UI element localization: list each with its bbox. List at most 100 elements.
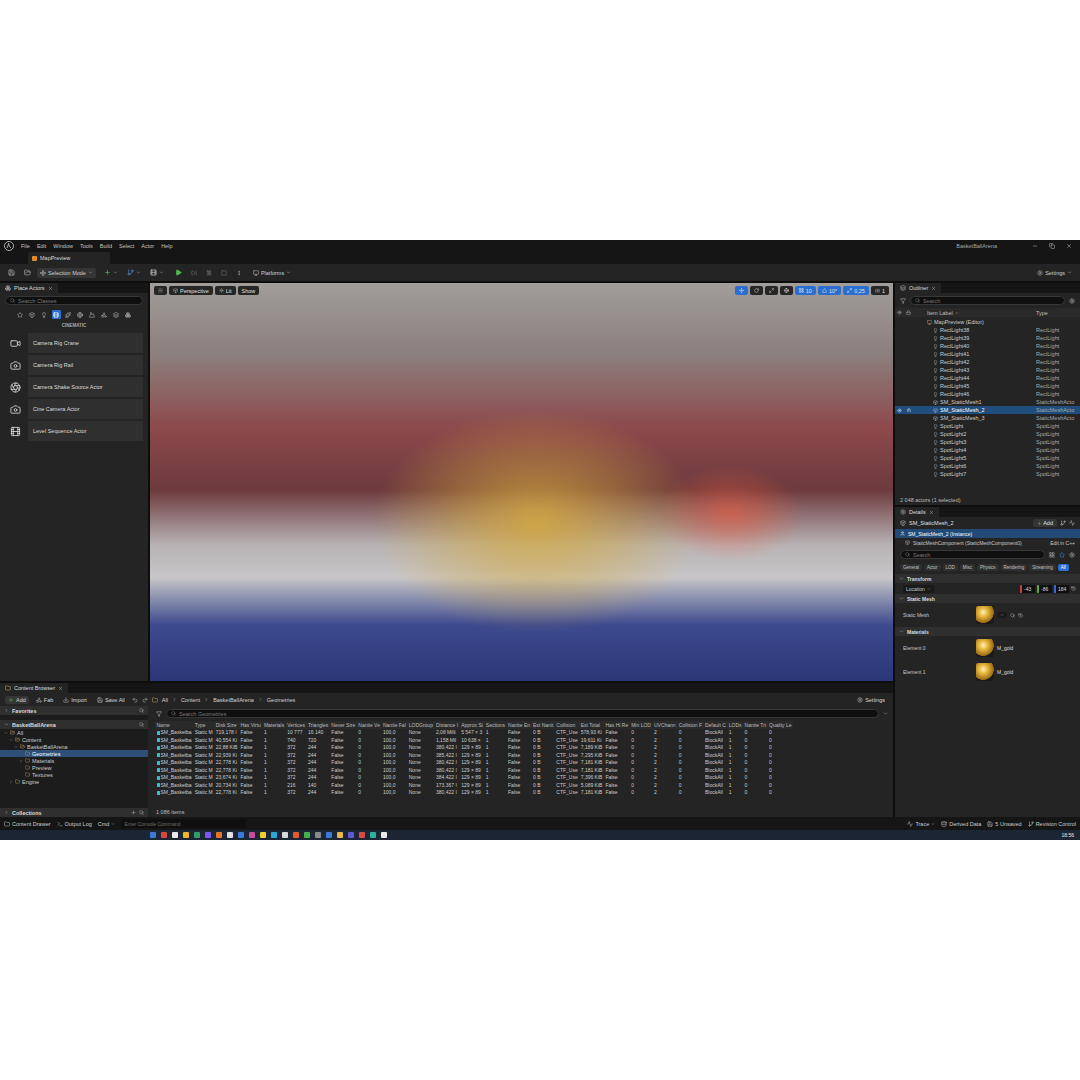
menu-item[interactable]: Tools <box>80 240 93 252</box>
viewport-button[interactable]: Show <box>238 286 260 295</box>
category-tab[interactable] <box>52 310 61 319</box>
content-browser-button[interactable]: Fab <box>33 696 56 704</box>
taskbar-app-icon[interactable] <box>304 832 310 838</box>
taskbar-app-icon[interactable] <box>194 832 200 838</box>
viewport-button[interactable] <box>780 286 793 295</box>
filter-tab[interactable]: LOD <box>943 564 958 571</box>
viewport-button[interactable]: 1 <box>871 286 889 295</box>
menu-item[interactable]: Help <box>161 240 172 252</box>
table-row[interactable]: SM_BasketbaStatic M20,734 KiFalse1216140… <box>155 782 793 790</box>
menu-item[interactable]: Actor <box>141 240 154 252</box>
number-field[interactable]: 184 <box>1054 585 1069 593</box>
filter-icon[interactable] <box>156 711 162 717</box>
asset-thumbnail[interactable] <box>976 663 994 681</box>
outliner-row[interactable]: RectLight39RectLight <box>895 334 1080 342</box>
viewport-button[interactable] <box>765 286 778 295</box>
asset-thumbnail[interactable] <box>976 639 994 657</box>
table-row[interactable]: SM_BasketbaStatic M22,778 KiFalse1372244… <box>155 759 793 767</box>
minimize-icon[interactable] <box>1032 243 1038 249</box>
search-field[interactable]: Search Classes <box>5 296 143 305</box>
tree-item[interactable]: BasketBallArena <box>0 743 148 750</box>
add-actor-icon[interactable] <box>104 269 111 276</box>
outliner-row[interactable]: RectLight41RectLight <box>895 350 1080 358</box>
outliner-row[interactable]: SpotLight7SpotLight <box>895 470 1080 478</box>
tree-arrow-icon[interactable] <box>9 780 13 784</box>
category-tab[interactable] <box>28 310 37 319</box>
cinematics-icon[interactable] <box>150 269 157 276</box>
tree-arrow-icon[interactable] <box>9 738 13 742</box>
close-tab-icon[interactable] <box>929 510 934 515</box>
close-icon[interactable] <box>1066 243 1072 249</box>
pause-icon[interactable] <box>206 270 212 276</box>
history-forward-icon[interactable] <box>142 697 148 703</box>
help-icon[interactable] <box>1069 520 1075 526</box>
actor-item[interactable]: Cine Camera Actor <box>5 399 143 419</box>
outliner-row[interactable]: SpotLight5SpotLight <box>895 454 1080 462</box>
table-row[interactable]: SM_BasketbaStatic M22,939 KiFalse1372244… <box>155 752 793 760</box>
category-tab[interactable] <box>124 310 133 319</box>
filter-tab[interactable]: Misc <box>960 564 975 571</box>
column-header[interactable]: Disk Size <box>214 721 239 729</box>
column-header[interactable]: Nanite En <box>507 721 532 729</box>
viewport-button[interactable]: 10 <box>795 286 816 295</box>
search-field[interactable]: Search <box>910 296 1065 305</box>
content-browser-button[interactable]: Settings <box>854 696 888 704</box>
table-row[interactable]: SM_BasketbaStatic M719,178 IFalse110 777… <box>155 729 793 737</box>
column-header[interactable]: LODGroup <box>407 721 434 729</box>
visibility-icon[interactable] <box>897 408 902 413</box>
table-row[interactable]: SM_BasketbaStatic M40,554 KiFalse1740720… <box>155 737 793 745</box>
pane-header[interactable]: BasketBallArena <box>0 720 148 729</box>
filter-tab[interactable]: Streaming <box>1029 564 1056 571</box>
path-crumb[interactable]: Content <box>181 697 200 703</box>
lock-icon[interactable] <box>907 408 911 412</box>
column-header[interactable]: Triangles <box>306 721 329 729</box>
outliner-row[interactable]: RectLight46RectLight <box>895 390 1080 398</box>
panel-tab[interactable]: Content Browser <box>0 683 68 693</box>
toolbar-button[interactable] <box>5 267 18 278</box>
search-field[interactable]: Search <box>900 550 1045 559</box>
table-row[interactable]: SM_BasketbaStatic M22,778 KiFalse1372244… <box>155 789 793 797</box>
column-header[interactable]: Quality Le <box>768 721 794 729</box>
taskbar-app-icon[interactable] <box>260 832 266 838</box>
viewport-button[interactable] <box>735 286 748 295</box>
content-browser-button[interactable]: Add <box>5 696 29 704</box>
dropdown[interactable] <box>997 612 1007 618</box>
outliner-row[interactable]: SpotLight6SpotLight <box>895 462 1080 470</box>
section-header[interactable]: Static Mesh <box>895 594 1080 603</box>
add-collection-icon[interactable] <box>131 810 136 815</box>
table-row[interactable]: SM_BasketbaStatic M22,88 KiBFalse1372244… <box>155 744 793 752</box>
filter-tab[interactable]: Actor <box>924 564 941 571</box>
tree-item[interactable]: Geometries <box>0 750 148 757</box>
column-header[interactable]: Distance I <box>434 721 459 729</box>
outliner-row[interactable]: SM_StaticMesh_2StaticMeshActo <box>895 406 1080 414</box>
table-row[interactable]: SM_BasketbaStatic M22,778 KiFalse1372244… <box>155 767 793 775</box>
component-row[interactable]: SM_StaticMesh_2 (Instance) <box>895 529 1080 538</box>
panel-tab[interactable]: Outliner <box>895 283 941 293</box>
taskbar-app-icon[interactable] <box>150 832 156 838</box>
search-options-icon[interactable] <box>883 711 888 716</box>
outliner-row[interactable]: RectLight40RectLight <box>895 342 1080 350</box>
outliner-row[interactable]: RectLight43RectLight <box>895 366 1080 374</box>
toolbar-button[interactable] <box>218 268 230 278</box>
menu-item[interactable]: Build <box>100 240 112 252</box>
viewport-button[interactable]: 10° <box>818 286 841 295</box>
path-crumb[interactable]: Geometries <box>267 697 295 703</box>
toolbar-button[interactable] <box>124 267 144 278</box>
stop-icon[interactable] <box>221 270 227 276</box>
toolbar-button[interactable] <box>203 268 215 278</box>
status-button[interactable]: Trace <box>907 821 935 827</box>
section-header[interactable]: Transform <box>895 574 1080 583</box>
filter-tab[interactable]: General <box>900 564 922 571</box>
close-tab-icon[interactable] <box>48 286 53 291</box>
dropdown[interactable]: Location <box>903 585 934 593</box>
pane-header[interactable]: Collections <box>0 808 148 817</box>
toolbar-button[interactable] <box>188 268 200 278</box>
column-header[interactable]: Type <box>1036 310 1080 316</box>
property-matrix-icon[interactable] <box>1049 552 1055 558</box>
search-field[interactable]: Search Geometries <box>166 709 879 718</box>
unreal-logo-icon[interactable] <box>4 241 14 251</box>
column-header[interactable]: Item Label <box>913 310 1036 316</box>
column-header[interactable]: Materials <box>262 721 285 729</box>
outliner-row[interactable]: MapPreview (Editor) <box>895 318 1080 326</box>
settings-icon[interactable] <box>1069 298 1075 304</box>
